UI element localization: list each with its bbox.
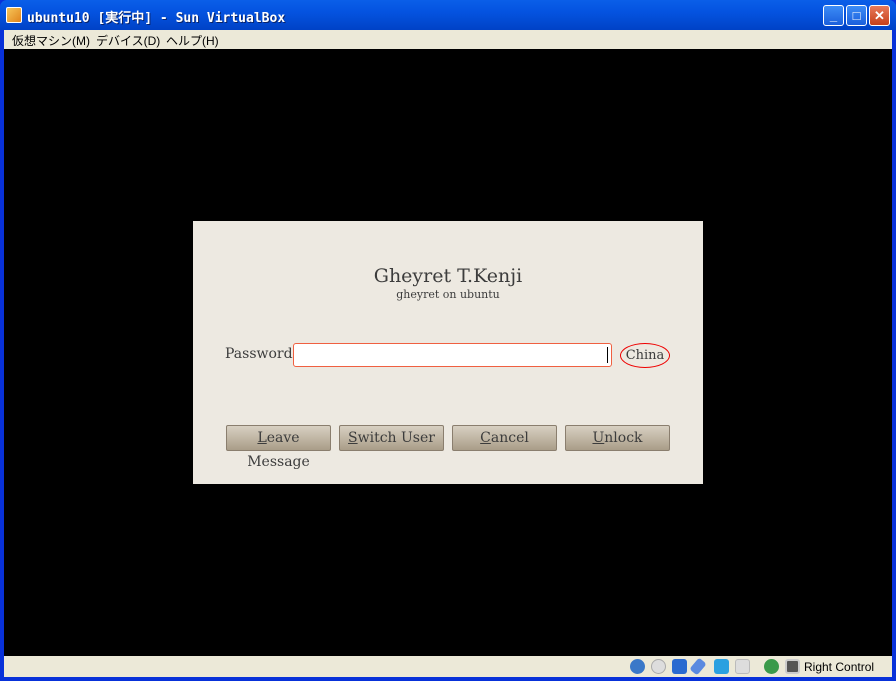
- keyboard-layout-indicator[interactable]: China: [620, 343, 670, 368]
- network-icon[interactable]: [672, 659, 687, 674]
- window-title: ubuntu10 [実行中] - Sun VirtualBox: [27, 11, 286, 26]
- button-label: ancel: [490, 430, 529, 446]
- unlock-button[interactable]: Unlock: [565, 425, 670, 451]
- mouse-integration-icon[interactable]: [764, 659, 779, 674]
- user-name: Gheyret T.Kenji: [373, 265, 523, 287]
- cancel-button[interactable]: Cancel: [452, 425, 557, 451]
- shared-folder-icon[interactable]: [714, 659, 729, 674]
- leave-message-button[interactable]: Leave Message: [226, 425, 331, 470]
- mnemonic: C: [480, 430, 491, 446]
- menu-bar: 仮想マシン(M) デバイス(D) ヘルプ(H): [4, 30, 892, 49]
- minimize-button[interactable]: _: [823, 5, 844, 26]
- vm-screen[interactable]: Gheyret T.Kenji gheyret on ubuntu Passwo…: [4, 49, 892, 656]
- hard-disk-icon[interactable]: [630, 659, 645, 674]
- switch-user-button[interactable]: Switch User: [339, 425, 444, 451]
- mnemonic: S: [348, 430, 358, 446]
- menu-machine[interactable]: 仮想マシン(M): [12, 32, 90, 49]
- usb-icon[interactable]: [689, 657, 707, 676]
- menu-devices[interactable]: デバイス(D): [96, 32, 160, 49]
- close-button[interactable]: ✕: [869, 5, 890, 26]
- button-label: witch User: [357, 430, 435, 446]
- password-label: Password:: [225, 346, 298, 362]
- virtualbox-icon: [6, 7, 22, 23]
- title-bar: ubuntu10 [実行中] - Sun VirtualBox _ □ ✕: [0, 0, 896, 30]
- text-caret: [607, 347, 608, 363]
- menu-help[interactable]: ヘルプ(H): [166, 32, 219, 49]
- mnemonic: U: [592, 430, 605, 446]
- unlock-dialog: Gheyret T.Kenji gheyret on ubuntu Passwo…: [193, 221, 703, 484]
- maximize-button[interactable]: □: [846, 5, 867, 26]
- user-host: gheyret on ubuntu: [396, 288, 500, 301]
- host-key-label: Right Control: [804, 660, 875, 674]
- password-input[interactable]: [293, 343, 612, 367]
- button-label: nlock: [604, 430, 643, 446]
- mnemonic: L: [257, 430, 267, 446]
- status-bar: Right Control: [4, 656, 892, 677]
- vrdp-icon[interactable]: [735, 659, 750, 674]
- cd-icon[interactable]: [651, 659, 666, 674]
- host-key-icon: [785, 659, 800, 674]
